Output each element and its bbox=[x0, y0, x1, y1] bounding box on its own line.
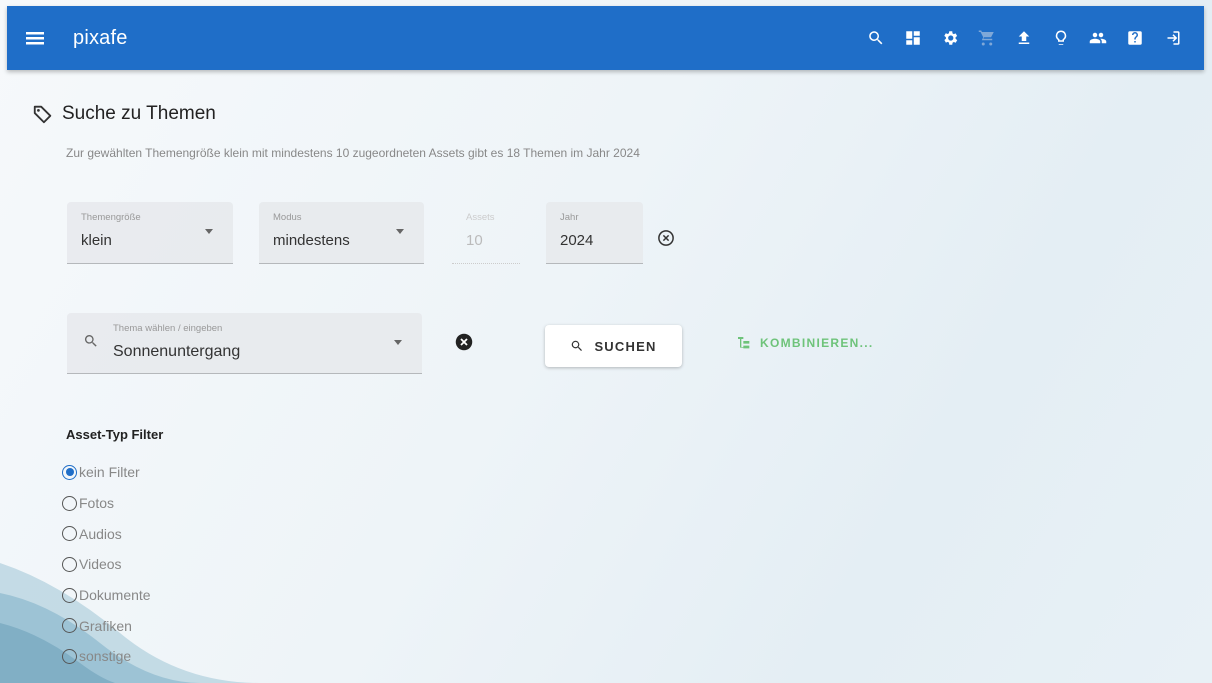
tree-list-icon bbox=[738, 337, 750, 349]
page-subtitle: Zur gewählten Themengröße klein mit mind… bbox=[66, 146, 640, 160]
jahr-field[interactable]: Jahr 2024 bbox=[546, 202, 643, 264]
assets-field[interactable]: Assets 10 bbox=[452, 202, 520, 264]
modus-label: Modus bbox=[273, 212, 302, 223]
radio-option-dokumente[interactable]: Dokumente bbox=[62, 580, 151, 611]
search-button[interactable] bbox=[858, 20, 894, 56]
cart-button[interactable] bbox=[969, 20, 1005, 56]
radio-option-videos[interactable]: Videos bbox=[62, 549, 151, 580]
logout-icon bbox=[1167, 31, 1180, 45]
radio-label: Grafiken bbox=[79, 617, 132, 634]
cart-icon bbox=[978, 30, 994, 46]
radio-button[interactable] bbox=[62, 648, 77, 664]
jahr-value: 2024 bbox=[560, 232, 594, 249]
logout-button[interactable] bbox=[1154, 20, 1190, 56]
theme-label: Thema wählen / eingeben bbox=[113, 323, 223, 334]
search-icon bbox=[572, 340, 583, 351]
dashboard-icon bbox=[906, 31, 920, 45]
settings-button[interactable] bbox=[932, 20, 968, 56]
chevron-down-icon bbox=[205, 229, 213, 234]
help-button[interactable] bbox=[1117, 20, 1153, 56]
page-title: Suche zu Themen bbox=[62, 103, 216, 124]
search-icon bbox=[84, 335, 97, 347]
modus-select[interactable]: Modus mindestens bbox=[259, 202, 424, 264]
themengroesse-value: klein bbox=[81, 232, 112, 249]
radio-button[interactable] bbox=[62, 526, 77, 542]
settings-icon bbox=[944, 31, 958, 45]
upload-icon bbox=[1018, 31, 1030, 44]
lightbulb-icon bbox=[1055, 30, 1067, 45]
app-title[interactable]: pixafe bbox=[73, 27, 128, 50]
theme-value: Sonnenuntergang bbox=[113, 343, 241, 360]
radio-label: Dokumente bbox=[79, 587, 151, 604]
radio-label: sonstige bbox=[79, 648, 132, 665]
radio-option-sonstige[interactable]: sonstige bbox=[62, 641, 151, 672]
radio-option-grafiken[interactable]: Grafiken bbox=[62, 610, 151, 641]
asset-filter-title: Asset-Typ Filter bbox=[66, 427, 164, 442]
radio-label: kein Filter bbox=[79, 464, 140, 481]
asset-filter-radio-group: kein Filter Fotos Audios Videos Dokument… bbox=[62, 457, 151, 672]
themengroesse-select[interactable]: Themengröße klein bbox=[67, 202, 233, 264]
jahr-label: Jahr bbox=[560, 212, 579, 223]
users-icon bbox=[1089, 32, 1107, 44]
ideas-button[interactable] bbox=[1043, 20, 1079, 56]
topbar-actions bbox=[857, 6, 1204, 70]
combine-button-label: KOMBINIEREN... bbox=[760, 336, 874, 350]
modus-value: mindestens bbox=[273, 232, 350, 249]
radio-button[interactable] bbox=[62, 618, 77, 634]
users-button[interactable] bbox=[1080, 20, 1116, 56]
radio-button[interactable] bbox=[62, 556, 77, 572]
search-button-label: SUCHEN bbox=[594, 338, 657, 354]
radio-label: Videos bbox=[79, 556, 122, 573]
radio-option-audios[interactable]: Audios bbox=[62, 518, 151, 549]
search-icon bbox=[869, 31, 883, 45]
hamburger-menu-icon bbox=[26, 32, 44, 45]
assets-value: 10 bbox=[466, 232, 483, 249]
radio-button[interactable] bbox=[62, 587, 77, 603]
themengroesse-label: Themengröße bbox=[81, 212, 141, 223]
clear-theme-icon[interactable] bbox=[455, 333, 473, 351]
search-submit-button[interactable]: SUCHEN bbox=[545, 325, 682, 367]
help-icon bbox=[1128, 31, 1142, 45]
assets-label: Assets bbox=[466, 212, 495, 223]
tags-icon bbox=[33, 105, 52, 124]
menu-button[interactable] bbox=[7, 6, 63, 70]
radio-button[interactable] bbox=[62, 464, 77, 480]
radio-option-kein-filter[interactable]: kein Filter bbox=[62, 457, 151, 488]
chevron-down-icon bbox=[394, 340, 402, 345]
chevron-down-icon bbox=[396, 229, 404, 234]
radio-label: Fotos bbox=[79, 495, 115, 512]
radio-label: Audios bbox=[79, 525, 122, 542]
radio-button[interactable] bbox=[62, 495, 77, 511]
upload-button[interactable] bbox=[1006, 20, 1042, 56]
radio-option-fotos[interactable]: Fotos bbox=[62, 488, 151, 519]
combine-button[interactable]: KOMBINIEREN... bbox=[736, 335, 874, 351]
theme-autocomplete[interactable]: Thema wählen / eingeben Sonnenuntergang bbox=[67, 313, 422, 374]
top-app-bar: pixafe bbox=[7, 6, 1204, 70]
clear-year-icon[interactable] bbox=[657, 229, 675, 247]
dashboard-button[interactable] bbox=[895, 20, 931, 56]
page-header: Suche zu Themen bbox=[32, 103, 216, 125]
